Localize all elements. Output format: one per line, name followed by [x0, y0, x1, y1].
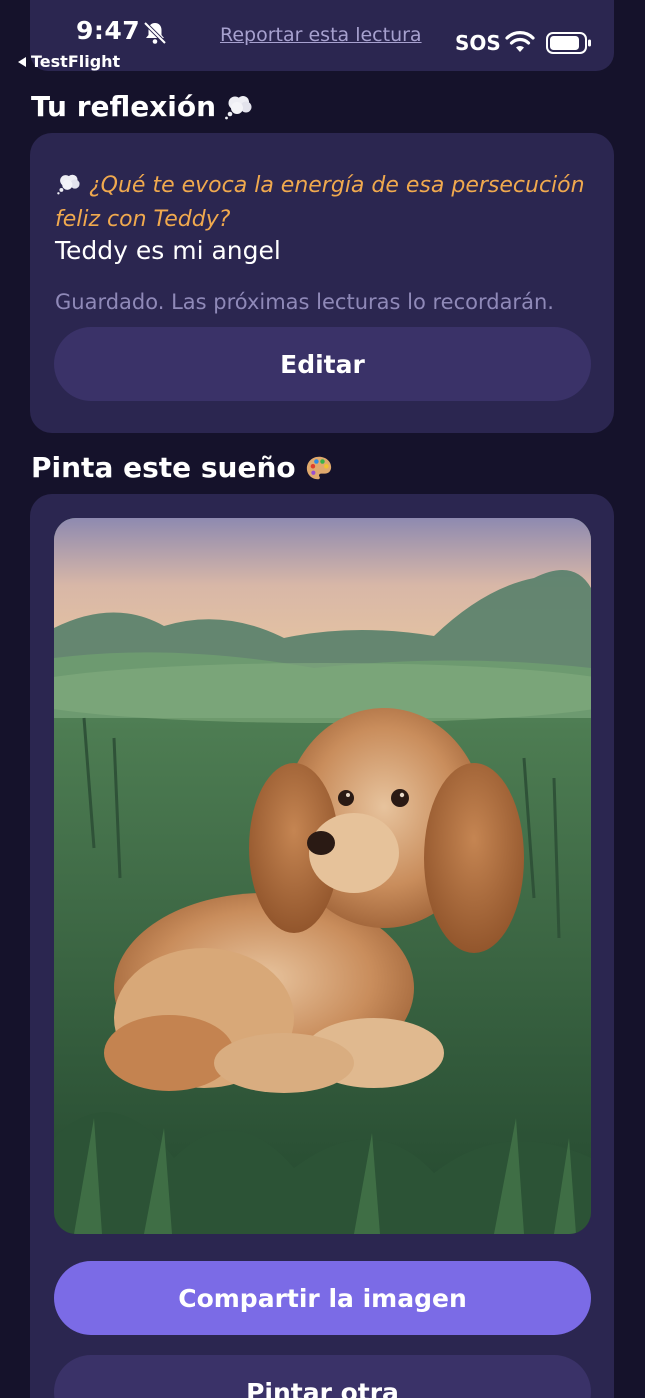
thought-bubble-icon — [57, 174, 80, 195]
reflection-prompt-text: ¿Qué te evoca la energía de esa persecuc… — [55, 173, 585, 232]
status-time: 9:47 — [76, 16, 141, 45]
thought-bubble-icon — [225, 95, 252, 119]
reflection-section-title: Tu reflexión — [31, 90, 254, 123]
paint-another-button[interactable]: Pintar otra — [54, 1355, 591, 1398]
edit-button[interactable]: Editar — [54, 327, 591, 401]
back-label: TestFlight — [31, 52, 121, 71]
reflection-prompt: ¿Qué te evoca la energía de esa persecuc… — [55, 169, 600, 237]
reflection-answer: Teddy es mi angel — [55, 236, 281, 265]
wifi-icon — [505, 31, 535, 52]
reflection-title-text: Tu reflexión — [31, 90, 217, 123]
dream-painting-image — [54, 518, 591, 1234]
report-reading-link[interactable]: Reportar esta lectura — [220, 24, 422, 46]
palette-icon — [306, 456, 331, 479]
reading-screen: 9:47 TestFlight Reportar esta lectura SO… — [0, 0, 645, 1398]
share-image-button[interactable]: Compartir la imagen — [54, 1261, 591, 1335]
reflection-card: ¿Qué te evoca la energía de esa persecuc… — [30, 133, 614, 433]
back-to-testflight[interactable]: TestFlight — [18, 52, 120, 71]
paint-title-text: Pinta este sueño — [31, 451, 296, 484]
paint-card: Compartir la imagen Pintar otra — [30, 494, 614, 1398]
battery-icon — [546, 32, 591, 54]
paint-section-title: Pinta este sueño — [31, 451, 334, 484]
back-arrow-icon — [18, 56, 26, 67]
saved-note: Guardado. Las próximas lecturas lo recor… — [55, 290, 554, 314]
sos-indicator: SOS — [455, 31, 501, 55]
bell-slash-icon — [143, 21, 167, 45]
